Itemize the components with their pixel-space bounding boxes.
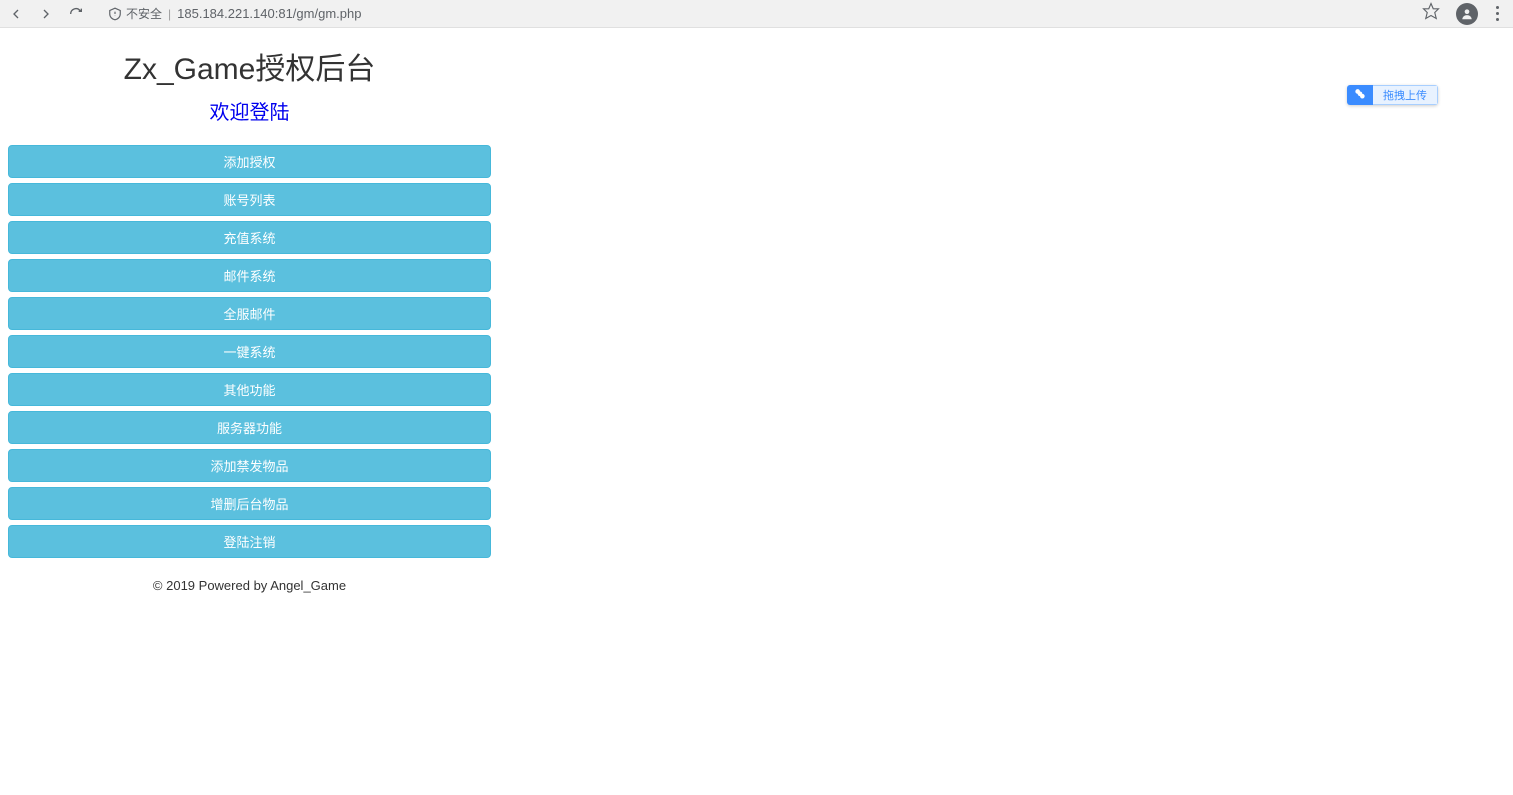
menu-list: 添加授权 账号列表 充值系统 邮件系统 全服邮件 一键系统 其他功能 服务器功能… xyxy=(8,145,491,558)
menu-other-functions[interactable]: 其他功能 xyxy=(8,373,491,406)
address-bar[interactable]: 不安全 | 185.184.221.140:81/gm/gm.php xyxy=(108,5,1408,22)
menu-dots-icon[interactable] xyxy=(1494,4,1501,23)
back-button[interactable] xyxy=(8,6,24,22)
upload-widget[interactable]: 拖拽上传 xyxy=(1347,85,1438,105)
menu-mail-system[interactable]: 邮件系统 xyxy=(8,259,491,292)
menu-server-mail[interactable]: 全服邮件 xyxy=(8,297,491,330)
upload-label: 拖拽上传 xyxy=(1373,85,1438,105)
menu-oneclick-system[interactable]: 一键系统 xyxy=(8,335,491,368)
divider: | xyxy=(168,7,171,21)
menu-add-banned-items[interactable]: 添加禁发物品 xyxy=(8,449,491,482)
security-label: 不安全 xyxy=(126,5,162,22)
menu-add-auth[interactable]: 添加授权 xyxy=(8,145,491,178)
url-text: 185.184.221.140:81/gm/gm.php xyxy=(177,6,361,21)
footer-copyright: © 2019 Powered by Angel_Game xyxy=(8,578,491,593)
reload-button[interactable] xyxy=(68,6,84,22)
menu-logout[interactable]: 登陆注销 xyxy=(8,525,491,558)
browser-toolbar: 不安全 | 185.184.221.140:81/gm/gm.php xyxy=(0,0,1513,28)
menu-recharge-system[interactable]: 充值系统 xyxy=(8,221,491,254)
page-title: Zx_Game授权后台 xyxy=(8,44,491,88)
forward-button[interactable] xyxy=(38,6,54,22)
profile-icon[interactable] xyxy=(1456,3,1478,25)
bookmark-star-icon[interactable] xyxy=(1422,2,1440,25)
menu-server-functions[interactable]: 服务器功能 xyxy=(8,411,491,444)
menu-account-list[interactable]: 账号列表 xyxy=(8,183,491,216)
security-indicator: 不安全 xyxy=(108,5,162,22)
menu-modify-backend-items[interactable]: 增删后台物品 xyxy=(8,487,491,520)
welcome-link[interactable]: 欢迎登陆 xyxy=(8,96,491,125)
cloud-icon xyxy=(1347,85,1373,105)
page-body: Zx_Game授权后台 欢迎登陆 添加授权 账号列表 充值系统 邮件系统 全服邮… xyxy=(0,28,1513,603)
